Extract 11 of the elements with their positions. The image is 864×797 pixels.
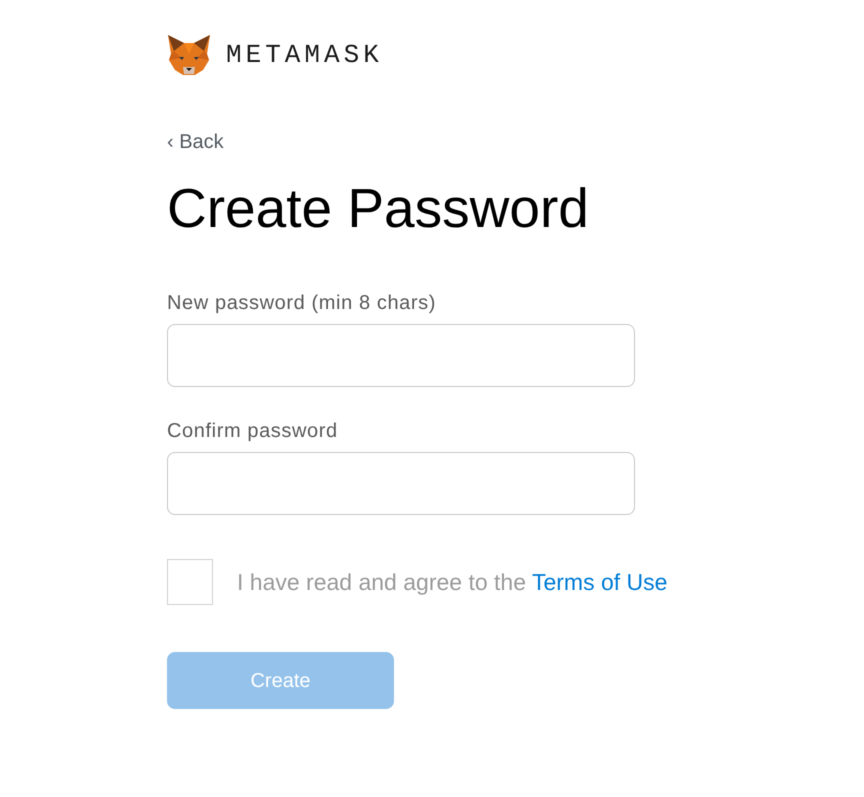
- page-title: Create Password: [167, 178, 589, 238]
- password-field[interactable]: [167, 324, 635, 387]
- fox-logo-icon: [167, 34, 211, 76]
- metamask-wordmark: METAMASK: [226, 40, 383, 70]
- back-link[interactable]: ‹ Back: [167, 130, 224, 154]
- field-label: Confirm password: [167, 419, 338, 443]
- terms-agreement-text: I have read and agree to the Terms of Use: [237, 568, 668, 596]
- terms-of-use-link[interactable]: Terms of Use: [532, 569, 668, 595]
- password-field[interactable]: [167, 452, 635, 515]
- terms-checkbox[interactable]: [167, 559, 213, 605]
- field-label: New password (min 8 chars): [167, 291, 436, 315]
